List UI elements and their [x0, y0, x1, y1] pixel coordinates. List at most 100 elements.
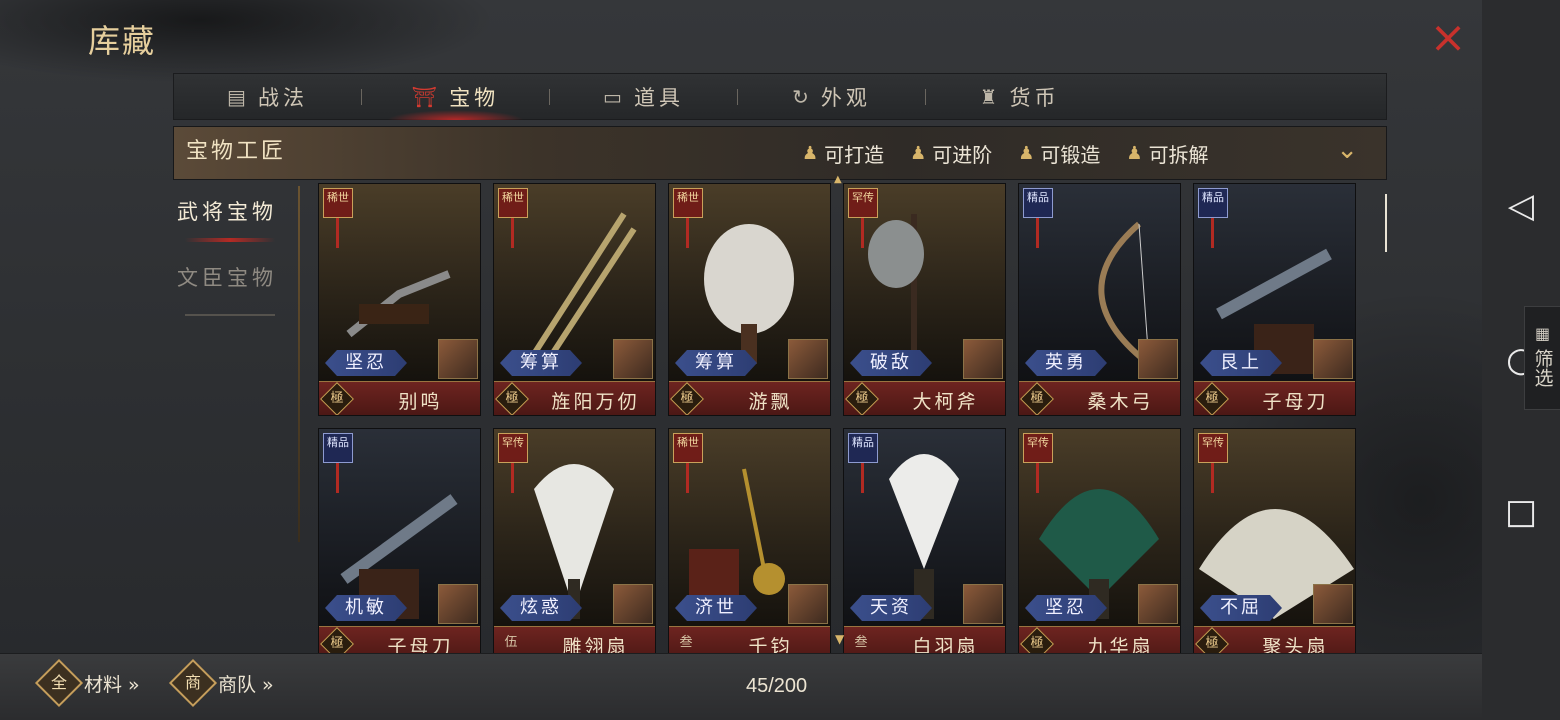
side-nav-item-0[interactable]: 武将宝物 — [173, 196, 293, 262]
treasure-card[interactable]: 精品天资叁 白羽扇 — [843, 428, 1006, 653]
grid-scrollbar[interactable] — [1385, 194, 1387, 252]
tassel-decoration — [861, 218, 864, 248]
treasure-name: 白羽扇 — [912, 636, 979, 653]
filter-3[interactable]: ♟ 可拆解 — [1126, 139, 1208, 168]
skill-tag: 机敏 — [325, 595, 407, 621]
side-nav-label: 武将宝物 — [177, 200, 277, 224]
filter-0[interactable]: ♟ 可打造 — [802, 139, 884, 168]
side-nav-underline — [185, 314, 275, 316]
treasure-nameplate: 叁 千钧 — [669, 626, 830, 653]
tab-2[interactable]: ▭ 道具 — [550, 73, 737, 120]
treasure-nameplate: 極 大柯斧 — [844, 381, 1005, 415]
recents-icon[interactable]: □ — [1501, 492, 1541, 532]
filter-2[interactable]: ♟ 可锻造 — [1018, 139, 1100, 168]
craftsman-figure-icon: ♟ — [1018, 143, 1035, 164]
skill-tag: 筹算 — [500, 350, 582, 376]
side-divider — [298, 186, 300, 542]
treasure-card[interactable]: 稀世 筹算極 游飘 — [668, 183, 831, 416]
side-nav-label: 文臣宝物 — [177, 266, 277, 290]
treasure-card[interactable]: 罕传破敌極 大柯斧 — [843, 183, 1006, 416]
treasure-nameplate: 極 子母刀 — [319, 626, 480, 653]
filter-group: ♟ 可打造 ♟ 可进阶 ♟ 可锻造 ♟ 可拆解 — [802, 139, 1209, 168]
tab-4[interactable]: ♜ 货币 — [926, 73, 1113, 120]
sift-label: 筛选 — [1531, 349, 1554, 387]
back-icon[interactable]: ◁ — [1501, 186, 1541, 226]
rarity-badge: 精品 — [1198, 188, 1228, 218]
skill-tag: 坚忍 — [325, 350, 407, 376]
inventory-count: 45/200 — [746, 675, 808, 697]
caravan-button[interactable]: 商 商队 » — [168, 658, 274, 708]
tassel-decoration — [336, 218, 339, 248]
treasure-nameplate: 叁 白羽扇 — [844, 626, 1005, 653]
general-avatar — [788, 339, 828, 379]
treasure-nameplate: 極 九华扇 — [1019, 626, 1180, 653]
tab-0[interactable]: ▤ 战法 — [174, 73, 361, 120]
general-avatar — [1313, 584, 1353, 624]
treasure-card[interactable]: 稀世 济世叁 千钧 — [668, 428, 831, 653]
skill-tag: 艮上 — [1200, 350, 1282, 376]
tab-3[interactable]: ↻ 外观 — [738, 73, 925, 120]
treasure-card[interactable]: 精品 机敏極 子母刀 — [318, 428, 481, 653]
craftsman-title[interactable]: 宝物工匠 — [186, 133, 286, 165]
treasure-name: 子母刀 — [1262, 391, 1329, 413]
tab-label: 战法 — [257, 85, 308, 110]
tassel-decoration — [1036, 463, 1039, 493]
craftsman-figure-icon: ♟ — [1126, 143, 1143, 164]
close-icon: × — [1429, 12, 1467, 63]
sift-button[interactable]: ▦ 筛选 — [1524, 306, 1560, 410]
skill-tag: 坚忍 — [1025, 595, 1107, 621]
tab-1[interactable]: ⛩ 宝物 — [362, 73, 549, 120]
general-avatar — [1313, 339, 1353, 379]
treasure-nameplate: 極 别鸣 — [319, 381, 480, 415]
treasure-card[interactable]: 精品 英勇極 桑木弓 — [1018, 183, 1181, 416]
materials-button[interactable]: 全 材料 » — [34, 658, 140, 708]
treasure-card[interactable]: 稀世 坚忍極 别鸣 — [318, 183, 481, 416]
rarity-badge: 罕传 — [498, 433, 528, 463]
treasure-name: 聚头扇 — [1262, 636, 1329, 653]
rarity-badge: 精品 — [848, 433, 878, 463]
general-avatar — [788, 584, 828, 624]
box-icon: ▭ — [603, 84, 626, 109]
treasure-name: 雕翎扇 — [562, 636, 629, 653]
skill-tag: 不屈 — [1200, 595, 1282, 621]
treasure-card[interactable]: 罕传不屈極 聚头扇 — [1193, 428, 1356, 653]
page-title: 库藏 — [88, 22, 157, 60]
side-nav-item-1[interactable]: 文臣宝物 — [173, 262, 293, 328]
grade-emblem-icon: 叁 — [854, 635, 868, 650]
tab-label: 道具 — [633, 85, 684, 110]
scroll-down-indicator-icon: ▼ — [835, 632, 845, 646]
tassel-decoration — [861, 463, 864, 493]
craftsman-figure-icon: ♟ — [802, 143, 819, 164]
tassel-decoration — [686, 218, 689, 248]
rarity-badge: 稀世 — [498, 188, 528, 218]
treasure-name: 大柯斧 — [912, 391, 979, 413]
footer-bar: 全 材料 » 商 商队 » — [0, 653, 1482, 720]
grade-emblem-icon: 極 — [1020, 382, 1054, 415]
general-avatar — [613, 339, 653, 379]
treasure-card[interactable]: 罕传 坚忍極 九华扇 — [1018, 428, 1181, 653]
rarity-badge: 罕传 — [848, 188, 878, 218]
materials-label: 材料 » — [84, 673, 140, 696]
rarity-badge: 罕传 — [1198, 433, 1228, 463]
close-button[interactable]: × — [1428, 16, 1468, 60]
treasure-icon: ⛩ — [411, 84, 442, 109]
tassel-decoration — [511, 218, 514, 248]
treasure-name: 别鸣 — [398, 391, 443, 413]
grade-emblem-icon: 極 — [495, 382, 529, 415]
treasure-card[interactable]: 稀世 筹算極旌阳万仞 — [493, 183, 656, 416]
chevron-down-icon[interactable]: ⌄ — [1336, 135, 1358, 165]
filter-1[interactable]: ♟ 可进阶 — [910, 139, 992, 168]
grade-emblem-icon: 極 — [1195, 627, 1229, 653]
tab-label: 货币 — [1009, 85, 1060, 110]
general-avatar — [963, 339, 1003, 379]
skill-tag: 天资 — [850, 595, 932, 621]
tassel-decoration — [336, 463, 339, 493]
treasure-card[interactable]: 精品 艮上極 子母刀 — [1193, 183, 1356, 416]
skill-tag: 破敌 — [850, 350, 932, 376]
treasure-name: 九华扇 — [1087, 636, 1154, 653]
craftsman-figure-icon: ♟ — [910, 143, 927, 164]
general-avatar — [438, 584, 478, 624]
skill-tag: 筹算 — [675, 350, 757, 376]
general-avatar — [613, 584, 653, 624]
treasure-card[interactable]: 罕传 炫惑伍 雕翎扇 — [493, 428, 656, 653]
